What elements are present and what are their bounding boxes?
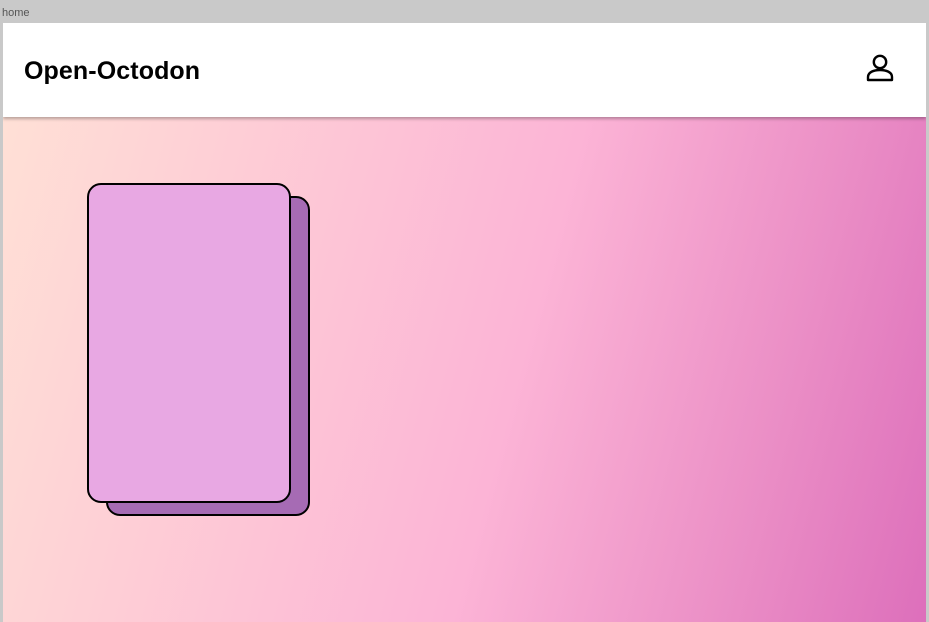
- main-content: [3, 117, 926, 622]
- user-icon: [863, 51, 897, 85]
- profile-button[interactable]: [863, 51, 897, 85]
- app-header: Open-Octodon: [3, 23, 926, 117]
- tab-label: home: [2, 7, 30, 19]
- app-frame: Open-Octodon: [3, 23, 926, 622]
- app-title: Open-Octodon: [24, 57, 201, 85]
- card-stack-front[interactable]: [87, 183, 291, 503]
